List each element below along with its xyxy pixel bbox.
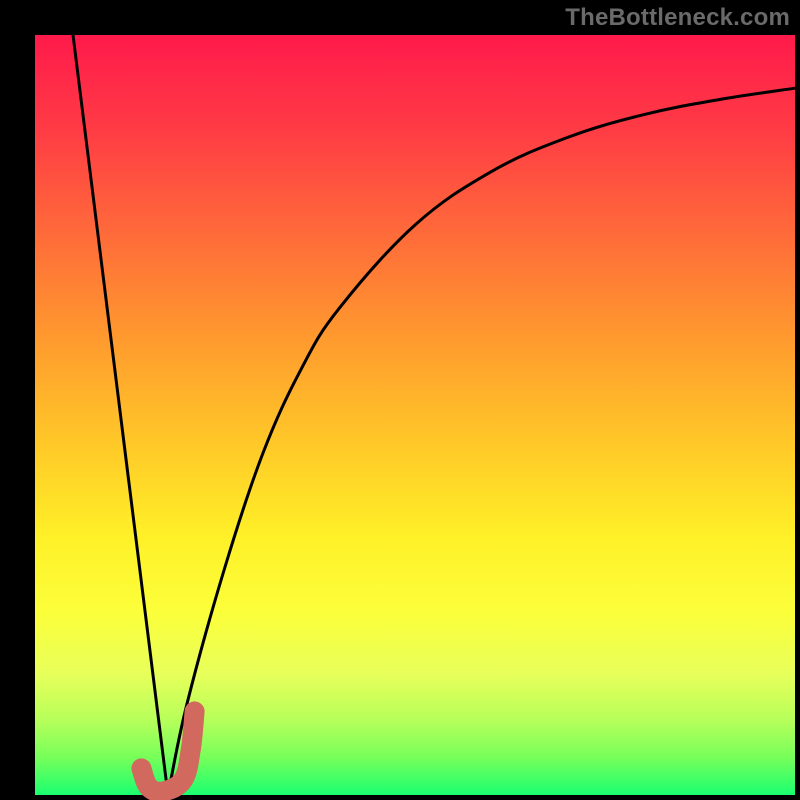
curve-layer bbox=[35, 35, 795, 795]
plot-area bbox=[35, 35, 795, 795]
accent-j bbox=[141, 711, 194, 791]
rising-curve bbox=[168, 88, 795, 795]
descending-line bbox=[73, 35, 168, 795]
watermark-text: TheBottleneck.com bbox=[565, 4, 790, 32]
chart-stage: TheBottleneck.com bbox=[0, 0, 800, 800]
